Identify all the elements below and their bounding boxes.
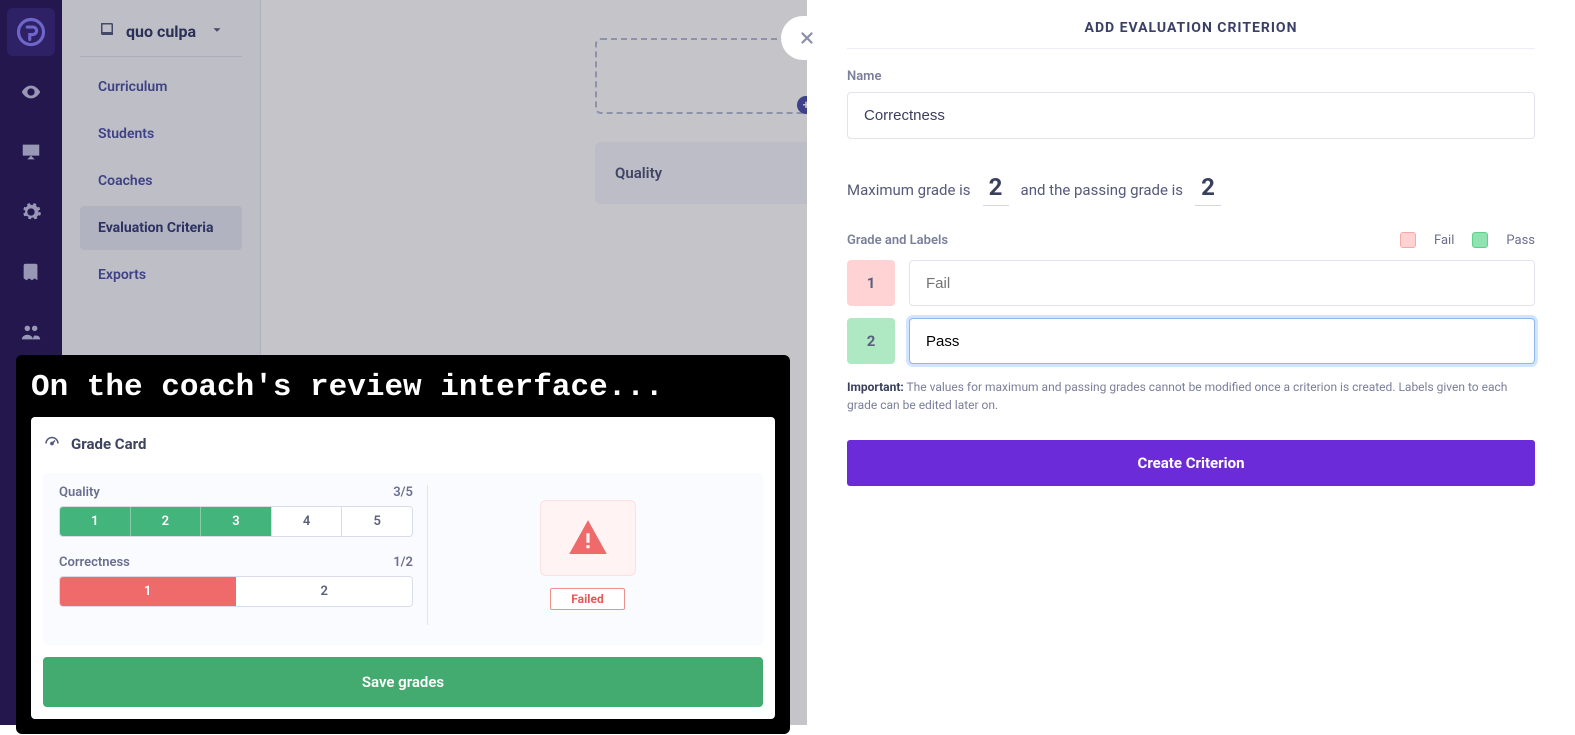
max-grade-text-a: Maximum grade is <box>847 181 971 199</box>
grade-number-2: 2 <box>847 318 895 364</box>
failed-badge: Failed <box>550 588 624 610</box>
criterion-name-input[interactable] <box>847 92 1535 139</box>
correctness-seg-2[interactable]: 2 <box>236 577 413 606</box>
save-grades-button[interactable]: Save grades <box>43 657 763 707</box>
grade-label-input-1[interactable] <box>909 260 1535 306</box>
quality-score: 3/5 <box>393 485 413 500</box>
quality-seg-1[interactable]: 1 <box>60 507 130 536</box>
quality-seg-2[interactable]: 2 <box>130 507 201 536</box>
max-grade-input[interactable]: 2 <box>983 173 1009 206</box>
passing-grade-input[interactable]: 2 <box>1195 173 1221 206</box>
fail-swatch <box>1400 232 1416 248</box>
create-criterion-button[interactable]: Create Criterion <box>847 440 1535 486</box>
legend-fail: Fail <box>1434 233 1454 248</box>
quality-seg-3[interactable]: 3 <box>200 507 271 536</box>
grade-card: Grade Card Quality 3/5 1 2 3 4 5 Correctn… <box>31 417 775 719</box>
gauge-icon <box>43 433 61 455</box>
correctness-seg-1[interactable]: 1 <box>60 577 236 606</box>
max-grade-text-b: and the passing grade is <box>1021 181 1184 199</box>
quality-seg-5[interactable]: 5 <box>341 507 412 536</box>
panel-title: ADD EVALUATION CRITERION <box>847 0 1535 49</box>
close-panel-button[interactable] <box>781 16 833 60</box>
legend-pass: Pass <box>1506 233 1535 248</box>
important-note: Important: The values for maximum and pa… <box>847 378 1535 414</box>
correctness-score: 1/2 <box>393 555 413 570</box>
tour-popover: On the coach's review interface... Grade… <box>16 355 790 734</box>
grade-labels-label: Grade and Labels <box>847 233 1390 248</box>
quality-seg-4[interactable]: 4 <box>271 507 342 536</box>
correctness-label: Correctness <box>59 555 130 570</box>
grade-number-1: 1 <box>847 260 895 306</box>
tour-title: On the coach's review interface... <box>31 370 775 405</box>
grade-label-input-2[interactable] <box>909 318 1535 364</box>
quality-segbar: 1 2 3 4 5 <box>59 506 413 537</box>
pass-swatch <box>1472 232 1488 248</box>
legend: Fail Pass <box>1400 232 1535 248</box>
quality-label: Quality <box>59 485 100 500</box>
grade-card-title: Grade Card <box>71 435 146 453</box>
failed-status-box <box>540 500 636 576</box>
add-criterion-panel: ADD EVALUATION CRITERION Name Maximum gr… <box>807 0 1575 725</box>
name-label: Name <box>847 69 1535 84</box>
correctness-segbar: 1 2 <box>59 576 413 607</box>
